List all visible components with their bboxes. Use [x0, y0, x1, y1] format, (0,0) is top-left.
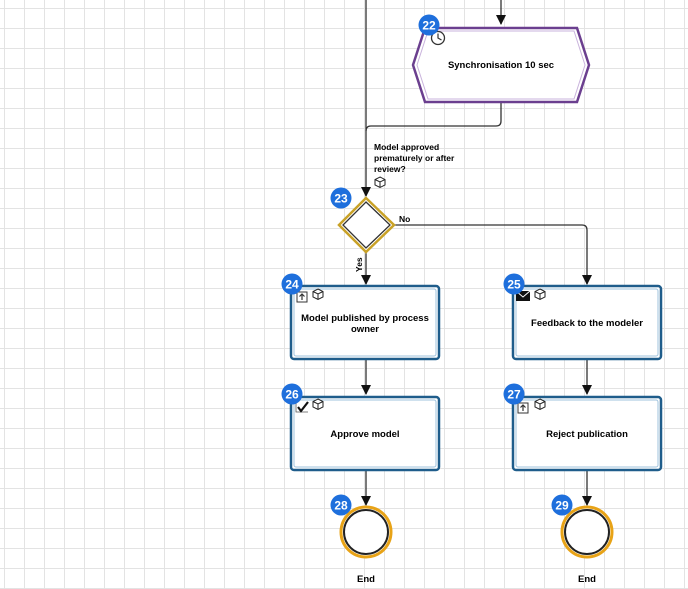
number-badge-25: 25 [503, 273, 525, 295]
end-right-label: End [578, 574, 596, 585]
task-model-published[interactable]: Model published by process owner 24 [281, 273, 441, 361]
gateway-question-line-1: Model approved [374, 142, 439, 152]
cube-icon [534, 398, 546, 411]
end-left-label: End [357, 574, 375, 585]
svg-text:26: 26 [285, 388, 299, 402]
svg-text:25: 25 [507, 278, 521, 292]
upload-icon [296, 291, 308, 303]
number-badge-23: 23 [330, 187, 352, 209]
no-branch-label: No [399, 214, 410, 224]
connector-sync-to-gateway[interactable] [365, 101, 502, 132]
approve-label: Approve model [330, 429, 399, 440]
publish-label-line-1: Model published by process [301, 313, 429, 324]
publish-label-line-2: owner [351, 324, 379, 335]
cube-icon [374, 176, 386, 189]
end-event-left[interactable]: End 28 [330, 494, 393, 586]
number-badge-28: 28 [330, 494, 352, 516]
cube-icon [312, 398, 324, 411]
reject-label: Reject publication [546, 429, 628, 440]
svg-text:23: 23 [334, 192, 348, 206]
gateway-question-line-3: review? [374, 164, 406, 174]
number-badge-29: 29 [551, 494, 573, 516]
process-diagram: Synchronisation 10 sec 22 Model approved… [281, 0, 663, 586]
number-badge-26: 26 [281, 383, 303, 405]
decision-gateway[interactable]: Model approved prematurely or after revi… [330, 142, 455, 272]
sync-event[interactable]: Synchronisation 10 sec 22 [411, 14, 591, 104]
sync-label: Synchronisation 10 sec [448, 60, 554, 71]
end-event-right[interactable]: End 29 [551, 494, 614, 586]
task-feedback-to-modeler[interactable]: Feedback to the modeler 25 [503, 273, 663, 361]
upload-icon [517, 402, 529, 414]
task-approve-model[interactable]: Approve model 26 [281, 383, 441, 472]
feedback-label: Feedback to the modeler [531, 318, 643, 329]
connector-gateway-no[interactable] [392, 224, 592, 285]
svg-text:27: 27 [507, 388, 521, 402]
svg-text:28: 28 [334, 499, 348, 513]
cube-icon [534, 288, 546, 301]
number-badge-22: 22 [418, 14, 440, 36]
svg-text:24: 24 [285, 278, 299, 292]
number-badge-24: 24 [281, 273, 303, 295]
cube-icon [312, 288, 324, 301]
svg-text:22: 22 [422, 19, 436, 33]
yes-branch-label: Yes [354, 257, 364, 272]
number-badge-27: 27 [503, 383, 525, 405]
task-reject-publication[interactable]: Reject publication 27 [503, 383, 663, 472]
svg-text:29: 29 [555, 499, 569, 513]
gateway-question-line-2: prematurely or after [374, 153, 455, 163]
